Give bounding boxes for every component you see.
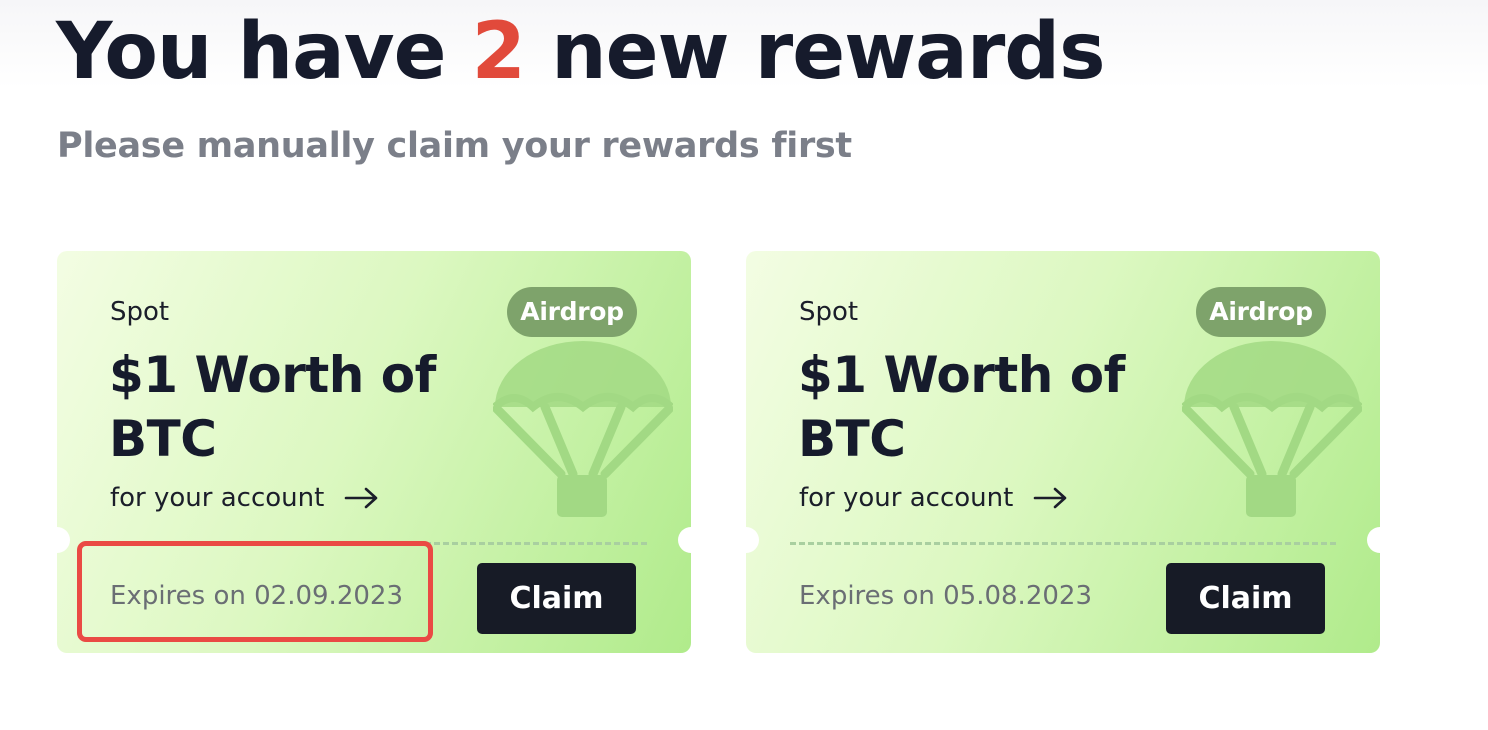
arrow-right-icon	[1034, 487, 1067, 509]
dashed-divider	[790, 542, 1336, 545]
page-subtitle: Please manually claim your rewards first	[57, 126, 852, 166]
page-title: You have 2 new rewards	[56, 7, 1106, 98]
expiry-date: Expires on 05.08.2023	[799, 581, 1092, 611]
reward-subtitle: for your account	[799, 483, 1014, 513]
ticket-notch-right	[1367, 527, 1380, 553]
claim-button[interactable]: Claim	[1166, 563, 1325, 634]
claim-button[interactable]: Claim	[477, 563, 636, 634]
reward-subtitle: for your account	[110, 483, 325, 513]
reward-account-link[interactable]: for your account	[110, 483, 380, 513]
airdrop-badge: Airdrop	[507, 287, 637, 337]
reward-category: Spot	[110, 297, 170, 327]
reward-card: Spot Airdrop $1 Worth of BTC for your ac…	[57, 251, 691, 653]
dashed-divider	[101, 542, 647, 545]
parachute-icon	[1182, 341, 1362, 517]
reward-title: $1 Worth of BTC	[798, 346, 1125, 468]
reward-category: Spot	[799, 297, 859, 327]
reward-count: 2	[471, 7, 526, 97]
ticket-notch-left	[746, 527, 759, 553]
parachute-icon	[493, 341, 673, 517]
ticket-notch-left	[57, 527, 70, 553]
reward-title: $1 Worth of BTC	[109, 346, 436, 468]
arrow-right-icon	[345, 487, 378, 509]
reward-account-link[interactable]: for your account	[799, 483, 1069, 513]
title-prefix: You have	[56, 7, 447, 97]
reward-card: Spot Airdrop $1 Worth of BTC for your ac…	[746, 251, 1380, 653]
title-suffix: new rewards	[551, 7, 1105, 97]
expiry-date: Expires on 02.09.2023	[110, 581, 403, 611]
airdrop-badge: Airdrop	[1196, 287, 1326, 337]
ticket-notch-right	[678, 527, 691, 553]
